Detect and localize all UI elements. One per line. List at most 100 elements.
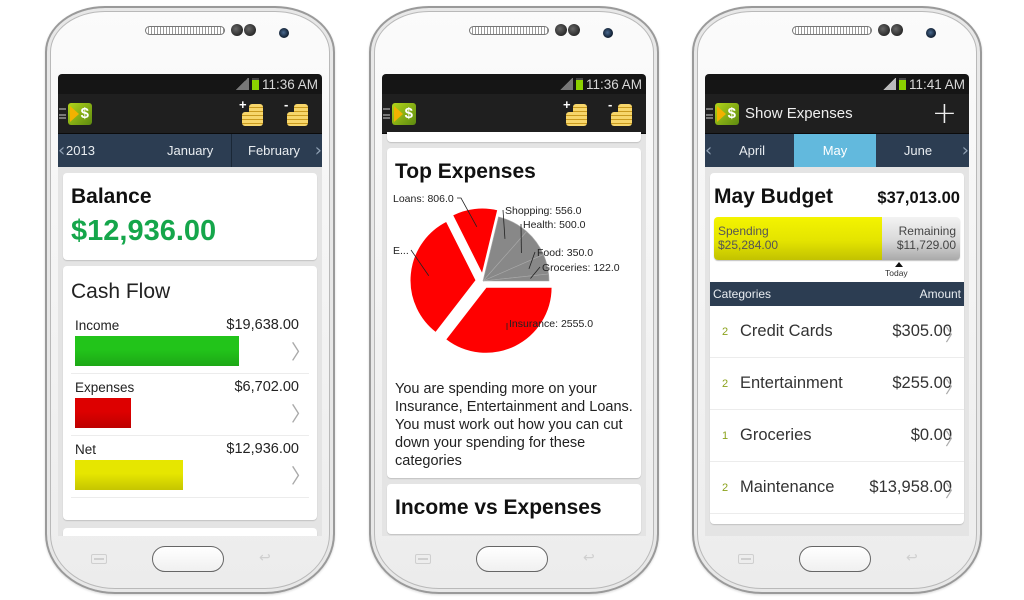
signal-icon bbox=[234, 78, 249, 90]
category-count: 2 bbox=[721, 481, 729, 494]
remaining-label: Remaining bbox=[898, 224, 956, 238]
cash-flow-label: Income bbox=[75, 318, 120, 333]
pie-label-loans: Loans: 806.0 bbox=[393, 193, 454, 205]
category-amount: $13,958.00 bbox=[869, 478, 952, 496]
add-income-coins-icon[interactable]: + bbox=[563, 98, 591, 128]
app-logo-icon[interactable]: $ bbox=[715, 102, 739, 125]
battery-icon bbox=[251, 78, 259, 90]
next-card bbox=[63, 528, 317, 536]
category-row[interactable]: 2 Maintenance $13,958.00 〉 bbox=[710, 462, 964, 514]
pie-label-groceries: Groceries: 122.0 bbox=[542, 262, 620, 274]
cash-flow-row-net[interactable]: Net $12,936.00 〉 bbox=[71, 436, 311, 498]
menu-icon[interactable] bbox=[383, 108, 390, 119]
pie-label-health: Health: 500.0 bbox=[523, 219, 586, 231]
status-bar: 11:36 AM bbox=[58, 74, 322, 94]
category-row[interactable]: 1 Groceries $0.00 〉 bbox=[710, 410, 964, 462]
pie-label-food: Food: 350.0 bbox=[537, 247, 593, 259]
category-count: 2 bbox=[721, 325, 729, 338]
action-bar: $ + - bbox=[58, 94, 322, 134]
month-navigation: ‹ 2013 January February › bbox=[58, 134, 322, 167]
screen-show-expenses: 11:41 AM $ Show Expenses + ‹ April May J… bbox=[705, 74, 969, 536]
menu-icon[interactable] bbox=[59, 108, 66, 119]
sensor bbox=[878, 24, 890, 36]
cash-flow-value: $19,638.00 bbox=[226, 317, 299, 333]
spending-segment: Spending $25,284.00 bbox=[714, 217, 883, 260]
chevron-right-icon: 〉 bbox=[291, 340, 311, 364]
pie-label-entertainment: E... bbox=[393, 245, 409, 257]
cash-flow-bar bbox=[75, 460, 183, 490]
menu-icon[interactable] bbox=[706, 108, 713, 119]
menu-key-icon[interactable] bbox=[738, 554, 754, 564]
back-key-icon[interactable]: ↩ bbox=[906, 550, 918, 566]
next-chevron-icon[interactable]: › bbox=[315, 140, 322, 161]
chevron-right-icon: 〉 bbox=[291, 402, 311, 426]
front-camera bbox=[279, 28, 289, 38]
pie-chart-svg: Insurance: 2555.0 E... Loans: 806.0 Shoppin… bbox=[393, 193, 620, 354]
sensor bbox=[231, 24, 243, 36]
home-button[interactable] bbox=[476, 546, 548, 572]
status-time: 11:36 AM bbox=[261, 76, 318, 92]
category-row[interactable]: 2 Credit Cards $305.00 〉 bbox=[710, 306, 964, 358]
spending-label: Spending bbox=[718, 224, 769, 238]
add-expense-plus-icon[interactable]: + bbox=[932, 99, 957, 129]
today-indicator: Today bbox=[710, 260, 964, 282]
top-expenses-card: Top Expenses Insurance: 2555.0 E... Loans:… bbox=[387, 148, 641, 478]
cash-flow-value: $6,702.00 bbox=[234, 379, 299, 395]
front-camera bbox=[926, 28, 936, 38]
status-bar: 11:41 AM bbox=[705, 74, 969, 94]
screen-reports: 11:36 AM $ + - Top Expenses Insurance: 2… bbox=[382, 74, 646, 536]
balance-value: $12,936.00 bbox=[71, 215, 217, 247]
tab-february[interactable]: February bbox=[248, 134, 300, 167]
app-logo-icon[interactable]: $ bbox=[68, 102, 92, 125]
home-button[interactable] bbox=[799, 546, 871, 572]
phone-frame-reports: 11:36 AM $ + - Top Expenses Insurance: 2… bbox=[369, 6, 659, 594]
chevron-right-icon: 〉 bbox=[291, 464, 311, 488]
add-expense-coins-icon[interactable]: - bbox=[608, 98, 636, 128]
back-key-icon[interactable]: ↩ bbox=[583, 550, 595, 566]
category-row[interactable]: 2 Entertainment $255.00 〉 bbox=[710, 358, 964, 410]
prev-chevron-icon[interactable]: ‹ bbox=[58, 140, 65, 161]
tab-june[interactable]: June bbox=[877, 134, 959, 167]
tab-april[interactable]: April bbox=[711, 134, 793, 167]
category-count: 2 bbox=[721, 377, 729, 390]
tab-may[interactable]: May bbox=[794, 134, 876, 167]
budget-progress-bar: Spending $25,284.00 Remaining $11,729.00 bbox=[714, 217, 960, 260]
budget-total: $37,013.00 bbox=[877, 189, 960, 207]
add-income-coins-icon[interactable]: + bbox=[239, 98, 267, 128]
category-name: Maintenance bbox=[740, 478, 835, 496]
spending-value: $25,284.00 bbox=[718, 238, 779, 252]
cash-flow-label: Expenses bbox=[75, 380, 135, 395]
month-navigation: ‹ April May June › bbox=[705, 134, 969, 167]
front-camera bbox=[603, 28, 613, 38]
menu-key-icon[interactable] bbox=[91, 554, 107, 564]
phone-frame-dashboard: 11:36 AM $ + - ‹ 2013 January February › bbox=[45, 6, 335, 594]
phone-frame-expenses: 11:41 AM $ Show Expenses + ‹ April May J… bbox=[692, 6, 982, 594]
balance-card[interactable]: Balance $12,936.00 bbox=[63, 173, 317, 260]
status-time: 11:41 AM bbox=[908, 76, 965, 92]
next-chevron-icon[interactable]: › bbox=[962, 140, 969, 161]
income-vs-expenses-title: Income vs Expenses bbox=[395, 496, 602, 519]
pie-label-insurance: Insurance: 2555.0 bbox=[509, 318, 593, 330]
back-key-icon[interactable]: ↩ bbox=[259, 550, 271, 566]
cash-flow-row-income[interactable]: Income $19,638.00 〉 bbox=[71, 312, 311, 374]
battery-icon bbox=[898, 78, 906, 90]
status-time: 11:36 AM bbox=[585, 76, 642, 92]
category-name: Groceries bbox=[740, 426, 812, 444]
add-expense-coins-icon[interactable]: - bbox=[284, 98, 312, 128]
previous-card bbox=[387, 132, 641, 142]
sensor bbox=[244, 24, 256, 36]
category-name: Entertainment bbox=[740, 374, 843, 392]
tab-january[interactable]: January bbox=[167, 134, 213, 167]
sensor bbox=[891, 24, 903, 36]
app-logo-icon[interactable]: $ bbox=[392, 102, 416, 125]
categories-header: Categories Amount bbox=[710, 282, 964, 306]
tab-2013[interactable]: 2013 bbox=[66, 134, 95, 167]
home-button[interactable] bbox=[152, 546, 224, 572]
menu-key-icon[interactable] bbox=[415, 554, 431, 564]
income-vs-expenses-card: Income vs Expenses bbox=[387, 484, 641, 534]
top-expenses-title: Top Expenses bbox=[395, 160, 536, 183]
cash-flow-row-expenses[interactable]: Expenses $6,702.00 〉 bbox=[71, 374, 311, 436]
tab-divider bbox=[231, 134, 232, 167]
cash-flow-value: $12,936.00 bbox=[226, 441, 299, 457]
remaining-segment: Remaining $11,729.00 bbox=[882, 217, 960, 260]
